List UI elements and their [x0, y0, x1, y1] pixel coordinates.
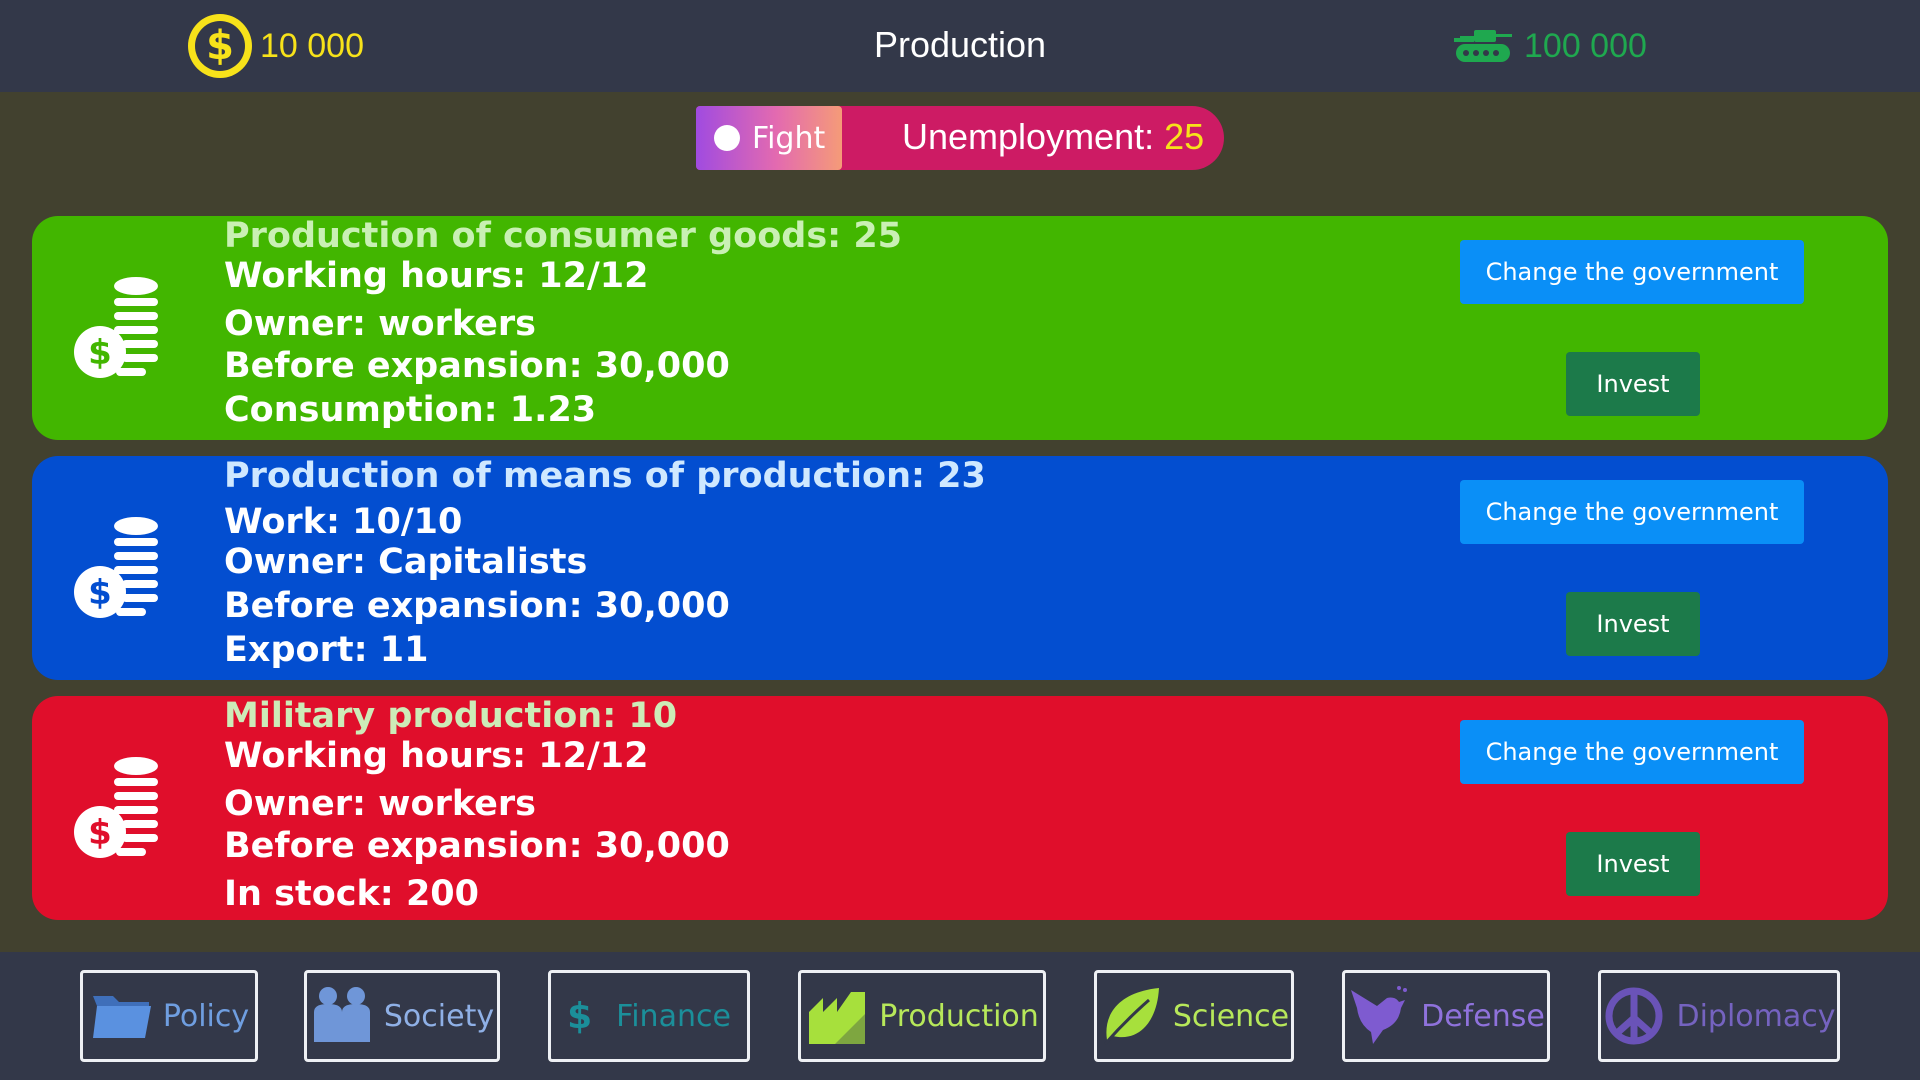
coins-icon: $ [74, 277, 158, 378]
card-line: Owner: workers [224, 304, 536, 344]
people-icon [313, 987, 370, 1042]
nav-society[interactable]: Society [304, 970, 500, 1062]
card-title: Production of means of production: 23 [224, 456, 986, 496]
fight-toggle[interactable]: Fight [696, 106, 842, 170]
nav-diplomacy[interactable]: Diplomacy [1598, 970, 1840, 1062]
invest-button[interactable]: Invest [1566, 832, 1700, 896]
factory-icon [809, 992, 866, 1044]
fight-label: Fight [752, 120, 826, 156]
nav-label: Defense [1421, 998, 1545, 1034]
card-title: Production of consumer goods: 25 [224, 216, 903, 256]
unemployment-display: Unemployment: 25 [902, 116, 1204, 158]
nav-label: Finance [616, 998, 731, 1034]
nav-policy[interactable]: Policy [80, 970, 258, 1062]
card-line: Owner: Capitalists [224, 542, 588, 582]
tank-icon [1454, 30, 1512, 62]
card-line: Before expansion: 30,000 [224, 346, 730, 386]
card-line: In stock: 200 [224, 874, 479, 914]
coins-icon: $ [74, 517, 158, 618]
card-line: Export: 11 [224, 630, 429, 670]
leaf-icon [1103, 988, 1159, 1045]
nav-production[interactable]: Production [798, 970, 1046, 1062]
card-title: Military production: 10 [224, 696, 678, 736]
invest-button[interactable]: Invest [1566, 352, 1700, 416]
unemployment-value: 25 [1164, 116, 1205, 157]
card-line: Work: 10/10 [224, 502, 463, 542]
svg-text:$: $ [88, 813, 112, 853]
card-line: Before expansion: 30,000 [224, 586, 730, 626]
consumer-goods-card: $ Production of consumer goods: 25 Worki… [32, 216, 1888, 440]
army-display: 100 000 [1452, 20, 1647, 72]
nav-label: Production [879, 998, 1039, 1034]
dollar-icon: $ [567, 995, 593, 1037]
nav-finance[interactable]: $ Finance [548, 970, 750, 1062]
toggle-knob [714, 125, 740, 151]
unemployment-label: Unemployment: [902, 116, 1155, 157]
card-line: Owner: workers [224, 784, 536, 824]
change-government-button[interactable]: Change the government [1460, 720, 1804, 784]
nav-label: Diplomacy [1676, 998, 1836, 1034]
nav-label: Policy [162, 998, 250, 1034]
svg-text:$: $ [88, 333, 112, 373]
peace-icon [1605, 987, 1663, 1045]
card-line: Before expansion: 30,000 [224, 826, 730, 866]
nav-science[interactable]: Science [1094, 970, 1294, 1062]
nav-defense[interactable]: Defense [1342, 970, 1550, 1062]
svg-text:$: $ [88, 573, 112, 613]
change-government-button[interactable]: Change the government [1460, 240, 1804, 304]
means-of-production-card: $ Production of means of production: 23 … [32, 456, 1888, 680]
top-bar: $ 10 000 Production 100 000 [0, 0, 1920, 92]
military-production-card: $ Military production: 10 Working hours:… [32, 696, 1888, 920]
status-bar: Fight Unemployment: 25 [696, 106, 1224, 170]
dove-icon [1351, 986, 1408, 1044]
card-line: Working hours: 12/12 [224, 736, 649, 776]
card-line: Consumption: 1.23 [224, 390, 597, 430]
coins-icon: $ [74, 757, 158, 858]
army-value: 100 000 [1524, 26, 1647, 65]
nav-label: Science [1172, 998, 1290, 1034]
invest-button[interactable]: Invest [1566, 592, 1700, 656]
folder-icon [92, 996, 151, 1038]
change-government-button[interactable]: Change the government [1460, 480, 1804, 544]
nav-label: Society [383, 998, 495, 1034]
card-line: Working hours: 12/12 [224, 256, 649, 296]
bottom-nav: Policy Society $ Finance Production Scie… [0, 952, 1920, 1080]
